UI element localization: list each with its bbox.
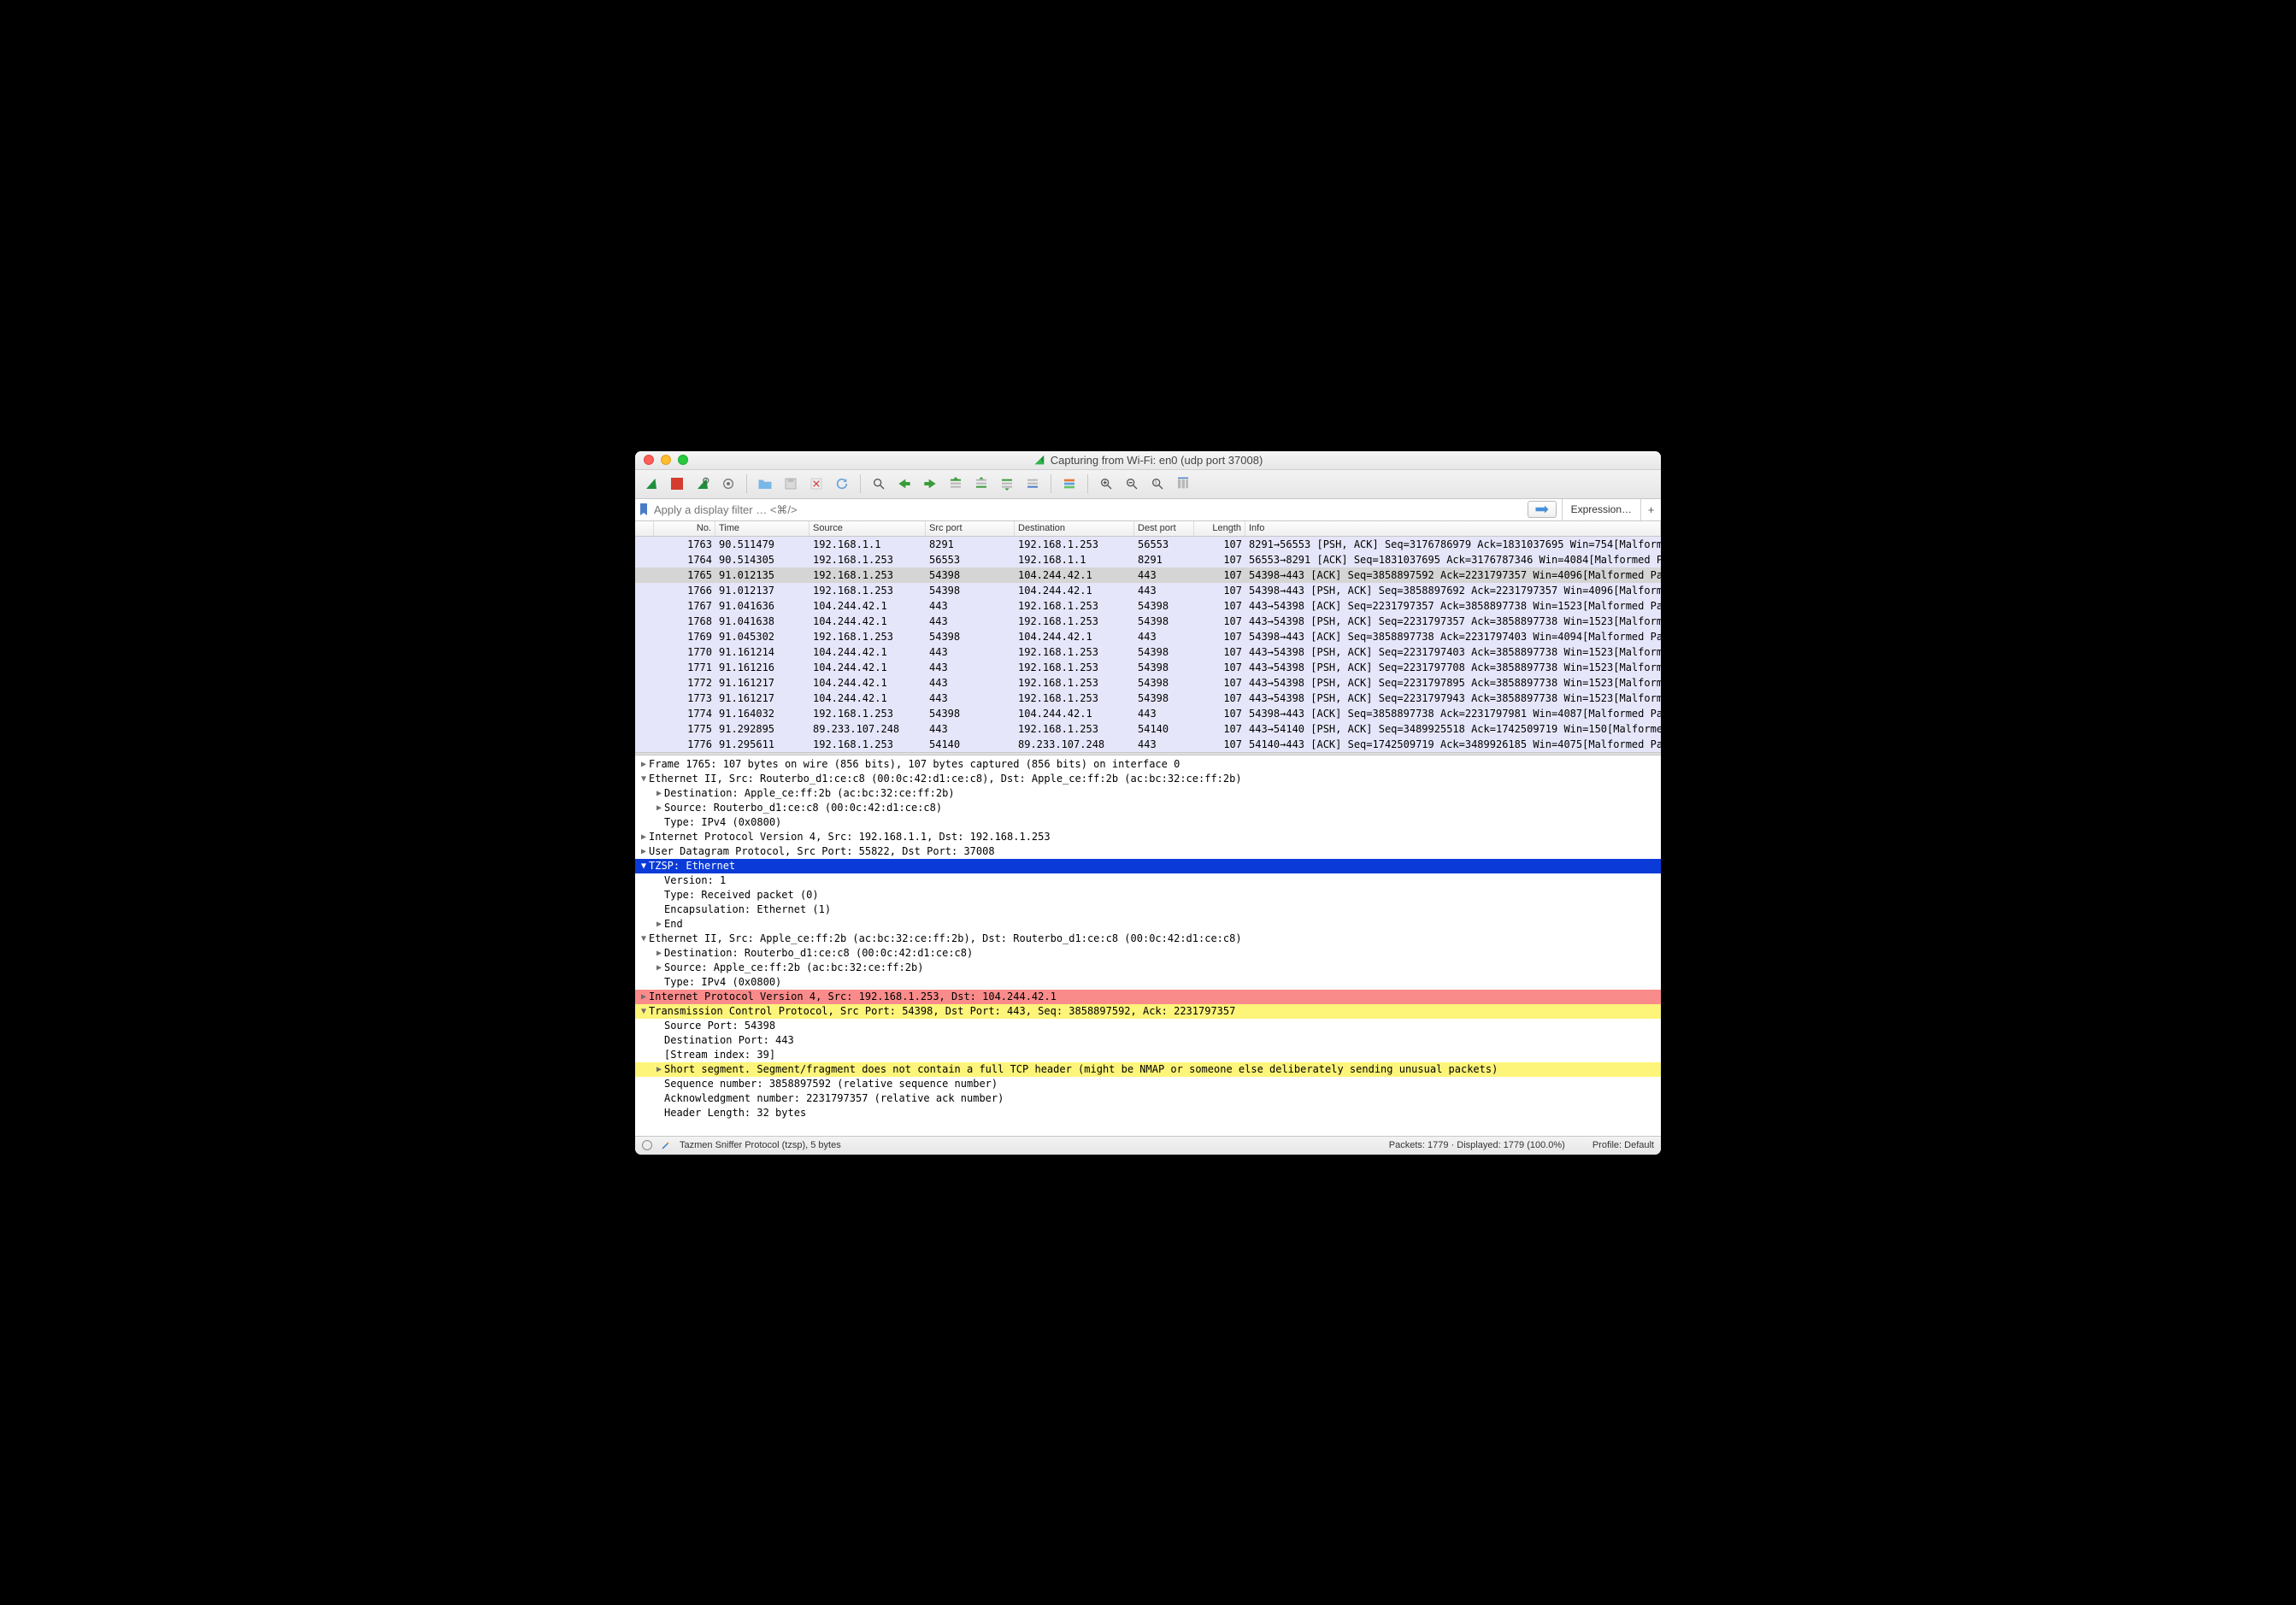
stop-capture-button[interactable] [666,473,688,495]
tree-tzsp[interactable]: ▼TZSP: Ethernet [635,859,1661,873]
tree-tcp-si[interactable]: [Stream index: 39] [635,1048,1661,1062]
go-forward-button[interactable] [919,473,941,495]
status-bar: Tazmen Sniffer Protocol (tzsp), 5 bytes … [635,1136,1661,1155]
restart-capture-button[interactable] [692,473,714,495]
go-last-button[interactable] [996,473,1018,495]
tree-eth1-src[interactable]: ▶Source: Routerbo_d1:ce:c8 (00:0c:42:d1:… [635,801,1661,815]
status-protocol: Tazmen Sniffer Protocol (tzsp), 5 bytes [680,1140,841,1150]
tree-ip1[interactable]: ▶Internet Protocol Version 4, Src: 192.1… [635,830,1661,844]
tree-tcp-seq[interactable]: Sequence number: 3858897592 (relative se… [635,1077,1661,1091]
tree-tcp[interactable]: ▼Transmission Control Protocol, Src Port… [635,1004,1661,1019]
close-file-button[interactable] [805,473,827,495]
col-no[interactable]: No. [654,521,715,536]
status-packets: Packets: 1779 · Displayed: 1779 (100.0%) [1389,1140,1565,1150]
resize-columns-button[interactable] [1172,473,1194,495]
tree-tzsp-enc[interactable]: Encapsulation: Ethernet (1) [635,902,1661,917]
edit-icon[interactable] [661,1140,671,1150]
packet-row[interactable]: 176691.012137192.168.1.25354398104.244.4… [635,583,1661,598]
reload-button[interactable] [831,473,853,495]
zoom-reset-button[interactable]: 1 [1146,473,1169,495]
tree-eth1[interactable]: ▼Ethernet II, Src: Routerbo_d1:ce:c8 (00… [635,772,1661,786]
shark-fin-icon[interactable] [640,473,662,495]
colorize-button[interactable] [1058,473,1080,495]
tree-eth1-type[interactable]: Type: IPv4 (0x0800) [635,815,1661,830]
packet-row[interactable]: 177691.295611192.168.1.2535414089.233.10… [635,737,1661,752]
go-to-packet-button[interactable] [945,473,967,495]
window-title: Capturing from Wi-Fi: en0 (udp port 3700… [635,454,1661,467]
tree-tcp-short[interactable]: ▶Short segment. Segment/fragment does no… [635,1062,1661,1077]
col-src-port[interactable]: Src port [926,521,1015,536]
auto-scroll-button[interactable] [1021,473,1044,495]
tree-eth2-dst[interactable]: ▶Destination: Routerbo_d1:ce:c8 (00:0c:4… [635,946,1661,961]
go-first-button[interactable] [970,473,992,495]
app-window: Capturing from Wi-Fi: en0 (udp port 3700… [635,451,1661,1155]
tree-tcp-ack[interactable]: Acknowledgment number: 2231797357 (relat… [635,1091,1661,1106]
packet-row[interactable]: 176591.012135192.168.1.25354398104.244.4… [635,567,1661,583]
go-back-button[interactable] [893,473,915,495]
expression-button[interactable]: Expression… [1562,499,1640,520]
tree-tcp-sp[interactable]: Source Port: 54398 [635,1019,1661,1033]
packet-details-pane[interactable]: ▶Frame 1765: 107 bytes on wire (856 bits… [635,755,1661,1136]
packet-row[interactable]: 176490.514305192.168.1.25356553192.168.1… [635,552,1661,567]
tree-tzsp-type[interactable]: Type: Received packet (0) [635,888,1661,902]
packet-row[interactable]: 176390.511479192.168.1.18291192.168.1.25… [635,537,1661,552]
open-file-button[interactable] [754,473,776,495]
packet-row[interactable]: 177491.164032192.168.1.25354398104.244.4… [635,706,1661,721]
main-toolbar: 1 [635,470,1661,499]
svg-text:1: 1 [1155,481,1157,486]
tree-tzsp-ver[interactable]: Version: 1 [635,873,1661,888]
status-profile[interactable]: Profile: Default [1592,1140,1654,1150]
display-filter-input[interactable] [652,503,1528,516]
tree-frame[interactable]: ▶Frame 1765: 107 bytes on wire (856 bits… [635,757,1661,772]
packet-list-header: No. Time Source Src port Destination Des… [635,521,1661,537]
tree-ip2[interactable]: ▶Internet Protocol Version 4, Src: 192.1… [635,990,1661,1004]
packet-row[interactable]: 177391.161217104.244.42.1443192.168.1.25… [635,691,1661,706]
titlebar: Capturing from Wi-Fi: en0 (udp port 3700… [635,451,1661,470]
capture-options-button[interactable] [717,473,739,495]
packet-list[interactable]: 176390.511479192.168.1.18291192.168.1.25… [635,537,1661,752]
col-dest[interactable]: Destination [1015,521,1134,536]
tree-tcp-hlen[interactable]: Header Length: 32 bytes [635,1106,1661,1120]
packet-row[interactable]: 177291.161217104.244.42.1443192.168.1.25… [635,675,1661,691]
zoom-out-button[interactable] [1121,473,1143,495]
expert-info-icon[interactable] [642,1140,652,1150]
col-time[interactable]: Time [715,521,809,536]
tree-eth2-src[interactable]: ▶Source: Apple_ce:ff:2b (ac:bc:32:ce:ff:… [635,961,1661,975]
apply-filter-button[interactable] [1528,501,1557,518]
packet-row[interactable]: 176991.045302192.168.1.25354398104.244.4… [635,629,1661,644]
tree-eth2[interactable]: ▼Ethernet II, Src: Apple_ce:ff:2b (ac:bc… [635,932,1661,946]
col-dst-port[interactable]: Dest port [1134,521,1194,536]
col-source[interactable]: Source [809,521,926,536]
toolbar-separator [746,474,747,493]
tree-eth2-type[interactable]: Type: IPv4 (0x0800) [635,975,1661,990]
tree-udp[interactable]: ▶User Datagram Protocol, Src Port: 55822… [635,844,1661,859]
bookmark-icon[interactable] [635,503,652,515]
tree-tcp-dp[interactable]: Destination Port: 443 [635,1033,1661,1048]
save-file-button[interactable] [780,473,802,495]
col-length[interactable]: Length [1194,521,1245,536]
add-filter-button[interactable]: + [1640,499,1661,520]
tree-tzsp-end[interactable]: ▶End [635,917,1661,932]
col-info[interactable]: Info [1245,521,1661,536]
packet-row[interactable]: 176791.041636104.244.42.1443192.168.1.25… [635,598,1661,614]
zoom-in-button[interactable] [1095,473,1117,495]
toolbar-separator [1087,474,1088,493]
wireshark-icon [1033,454,1045,466]
find-button[interactable] [868,473,890,495]
toolbar-separator [860,474,861,493]
packet-row[interactable]: 177591.29289589.233.107.248443192.168.1.… [635,721,1661,737]
packet-row[interactable]: 177191.161216104.244.42.1443192.168.1.25… [635,660,1661,675]
packet-row[interactable]: 176891.041638104.244.42.1443192.168.1.25… [635,614,1661,629]
tree-eth1-dst[interactable]: ▶Destination: Apple_ce:ff:2b (ac:bc:32:c… [635,786,1661,801]
display-filter-bar: Expression… + [635,499,1661,521]
packet-row[interactable]: 177091.161214104.244.42.1443192.168.1.25… [635,644,1661,660]
